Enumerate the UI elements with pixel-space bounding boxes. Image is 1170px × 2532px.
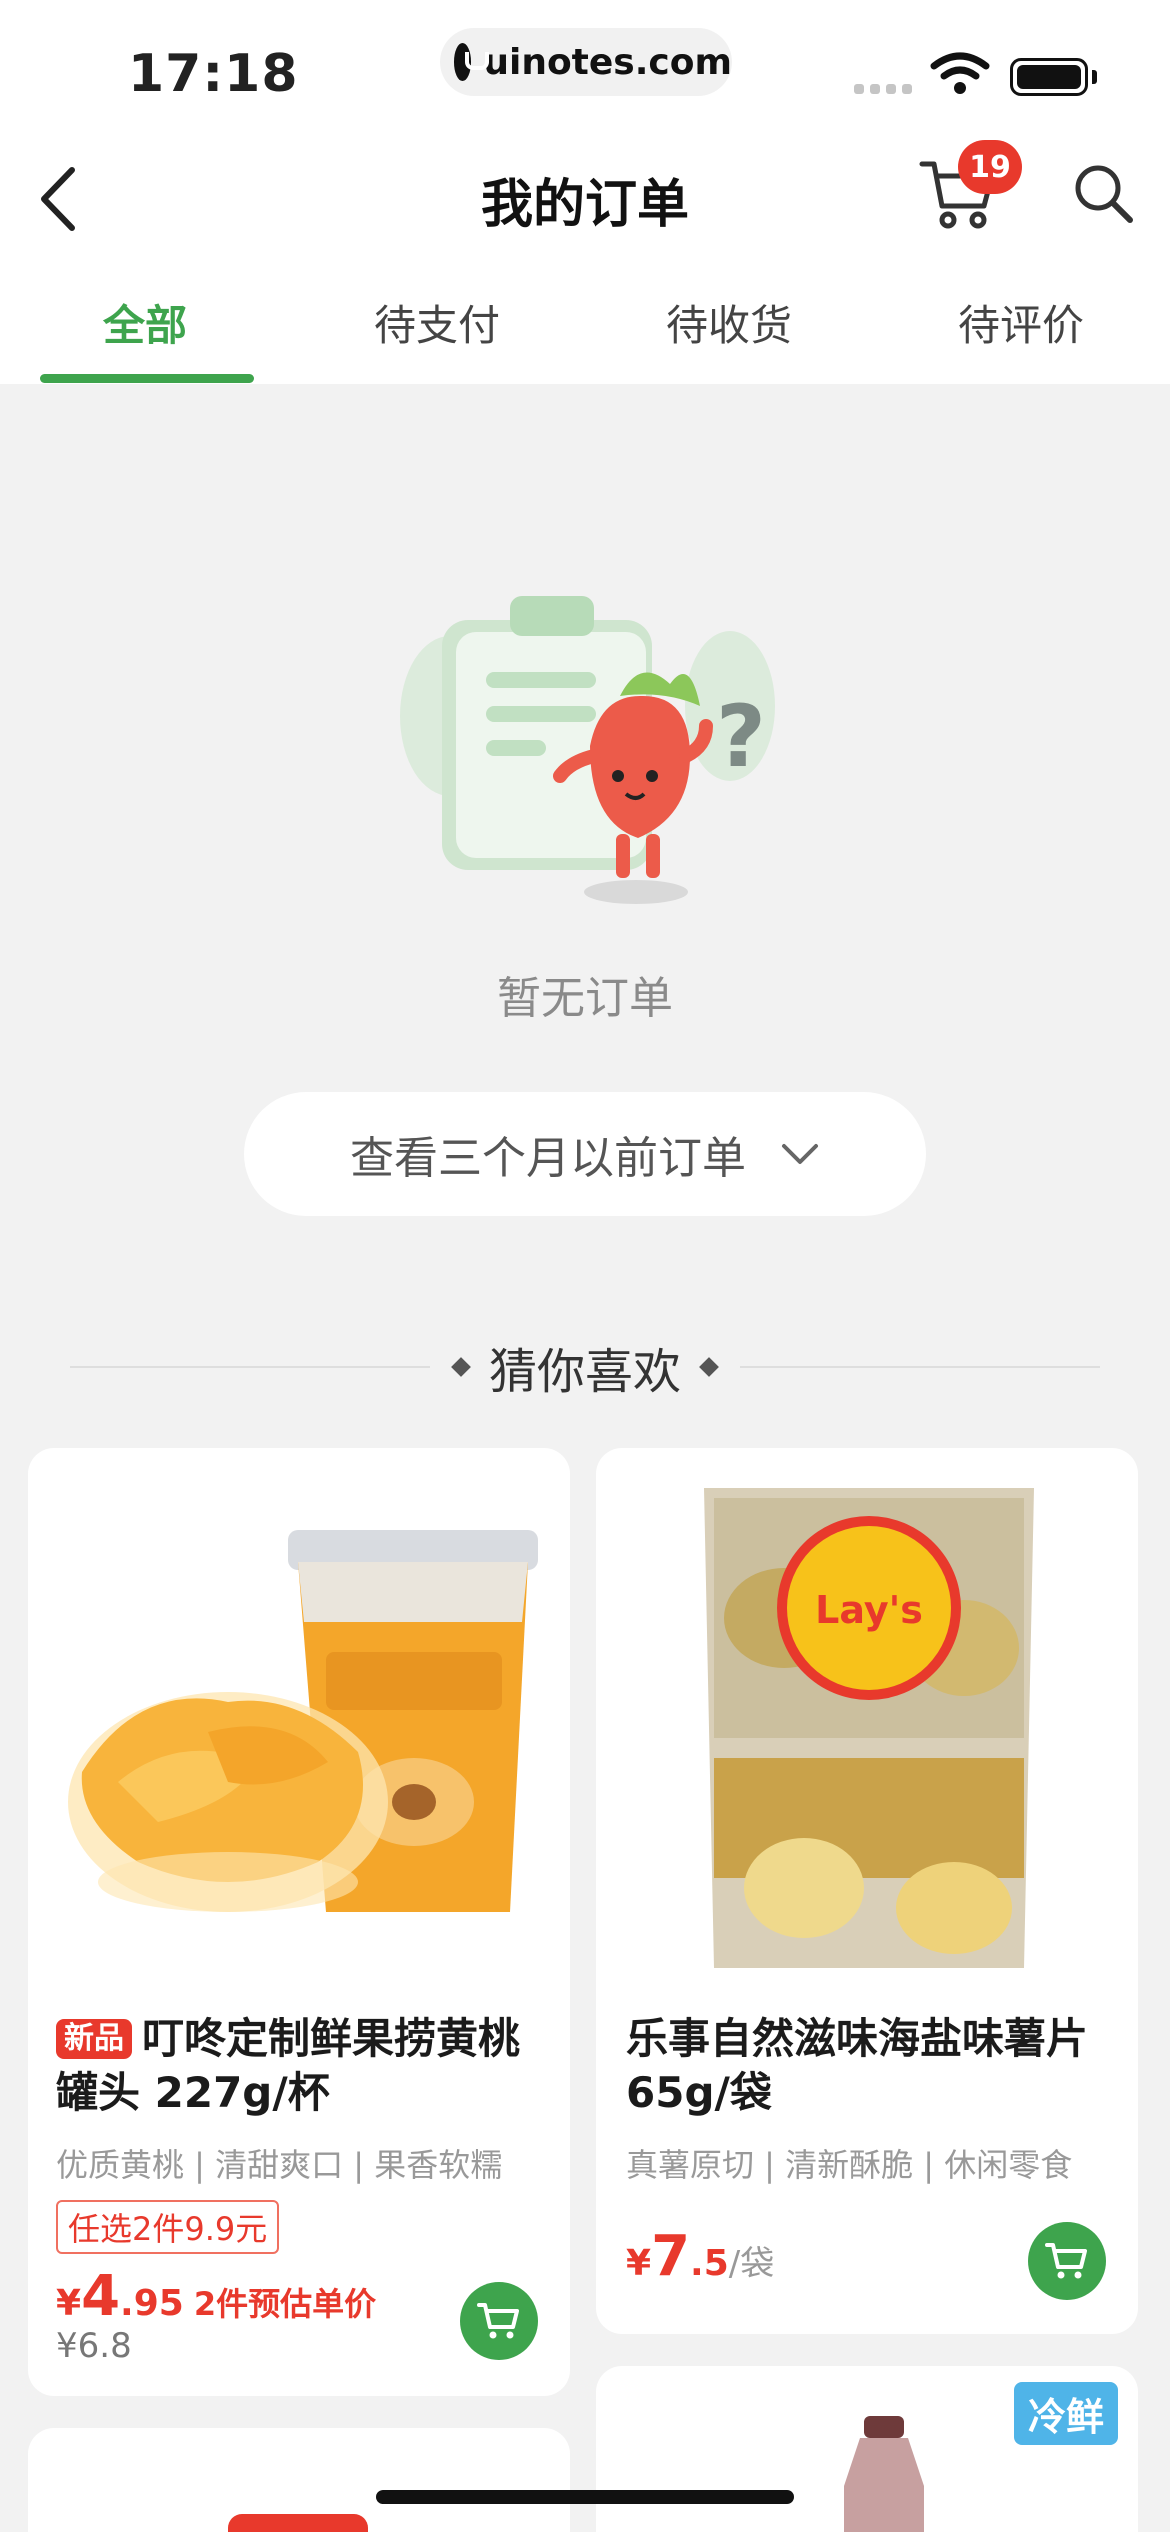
product-image-partial: [228, 2514, 368, 2532]
site-logo-icon: [454, 43, 490, 81]
product-card-peach[interactable]: 新品 叮咚定制鲜果捞黄桃罐头 227g/杯 优质黄桃 | 清甜爽口 | 果香软糯 …: [28, 1448, 570, 2396]
divider-right: [740, 1366, 1100, 1368]
cart-badge: 19: [958, 140, 1022, 194]
currency: ¥: [56, 2283, 82, 2324]
product-card-chips[interactable]: Lay's 乐事自然滋味海盐味薯片 65g/袋 真薯原切 | 清新酥脆 | 休闲…: [596, 1448, 1138, 2334]
url-text: uinotes.com: [483, 41, 732, 83]
peach-can-image: [68, 1530, 538, 1912]
product-name: 新品 叮咚定制鲜果捞黄桃罐头 227g/杯: [56, 2012, 536, 2120]
history-orders-label: 查看三个月以前订单: [350, 1133, 746, 1184]
history-orders-button[interactable]: 查看三个月以前订单: [244, 1092, 926, 1216]
battery-icon: [1010, 58, 1088, 96]
tab-all[interactable]: 全部: [25, 292, 265, 353]
chevron-down-icon: [782, 1144, 818, 1164]
original-price: ¥6.8: [56, 2326, 132, 2366]
status-time: 17:18: [128, 44, 299, 104]
tab-to-receive[interactable]: 待收货: [609, 292, 849, 353]
price-row: ¥7.5/袋: [626, 2224, 774, 2289]
product-subtitle: 优质黄桃 | 清甜爽口 | 果香软糯: [56, 2146, 503, 2184]
new-tag: 新品: [56, 2019, 132, 2059]
price-decimal: .5: [690, 2243, 729, 2284]
recommend-header: 猜你喜欢: [70, 1332, 1100, 1402]
active-tab-indicator: [40, 374, 254, 383]
price-unit: /袋: [728, 2244, 775, 2284]
svg-text:?: ?: [716, 687, 766, 787]
add-to-cart-button[interactable]: [460, 2282, 538, 2360]
battery-tip: [1092, 70, 1097, 84]
promo-tag: 任选2件9.9元: [56, 2200, 280, 2254]
product-card-partial-right[interactable]: 冷鲜: [596, 2366, 1138, 2532]
price-note: 2件预估单价: [193, 2285, 377, 2323]
home-indicator: [376, 2490, 794, 2504]
price-integer: 7: [651, 2224, 691, 2289]
product-name: 乐事自然滋味海盐味薯片 65g/袋: [626, 2014, 1089, 2117]
add-to-cart-button[interactable]: [1028, 2222, 1106, 2300]
wifi-icon: [930, 52, 990, 94]
search-icon[interactable]: [1072, 162, 1136, 226]
chilled-tag: 冷鲜: [1013, 2382, 1118, 2445]
product-card-partial-left[interactable]: [28, 2428, 570, 2532]
signal-icon: [854, 84, 912, 94]
product-subtitle: 真薯原切 | 清新酥脆 | 休闲零食: [626, 2146, 1073, 2184]
currency: ¥: [626, 2243, 652, 2284]
order-tabs: 全部 待支付 待收货 待评价: [0, 292, 1170, 384]
cart-icon: [477, 2303, 519, 2339]
empty-orders-illustration: ?: [400, 596, 775, 904]
chips-bag-image: Lay's: [704, 1488, 1034, 1968]
svg-text:Lay's: Lay's: [815, 1588, 923, 1632]
tab-to-review[interactable]: 待评价: [901, 292, 1141, 353]
url-pill[interactable]: uinotes.com: [440, 28, 732, 96]
bottle-image: [844, 2416, 924, 2532]
cart-icon: [1045, 2243, 1087, 2279]
price-decimal: .95: [120, 2283, 184, 2324]
price-row: ¥4.95 2件预估单价: [56, 2264, 376, 2329]
empty-message: 暂无订单: [497, 973, 673, 1024]
price-integer: 4: [81, 2264, 121, 2329]
tab-to-pay[interactable]: 待支付: [317, 292, 557, 353]
